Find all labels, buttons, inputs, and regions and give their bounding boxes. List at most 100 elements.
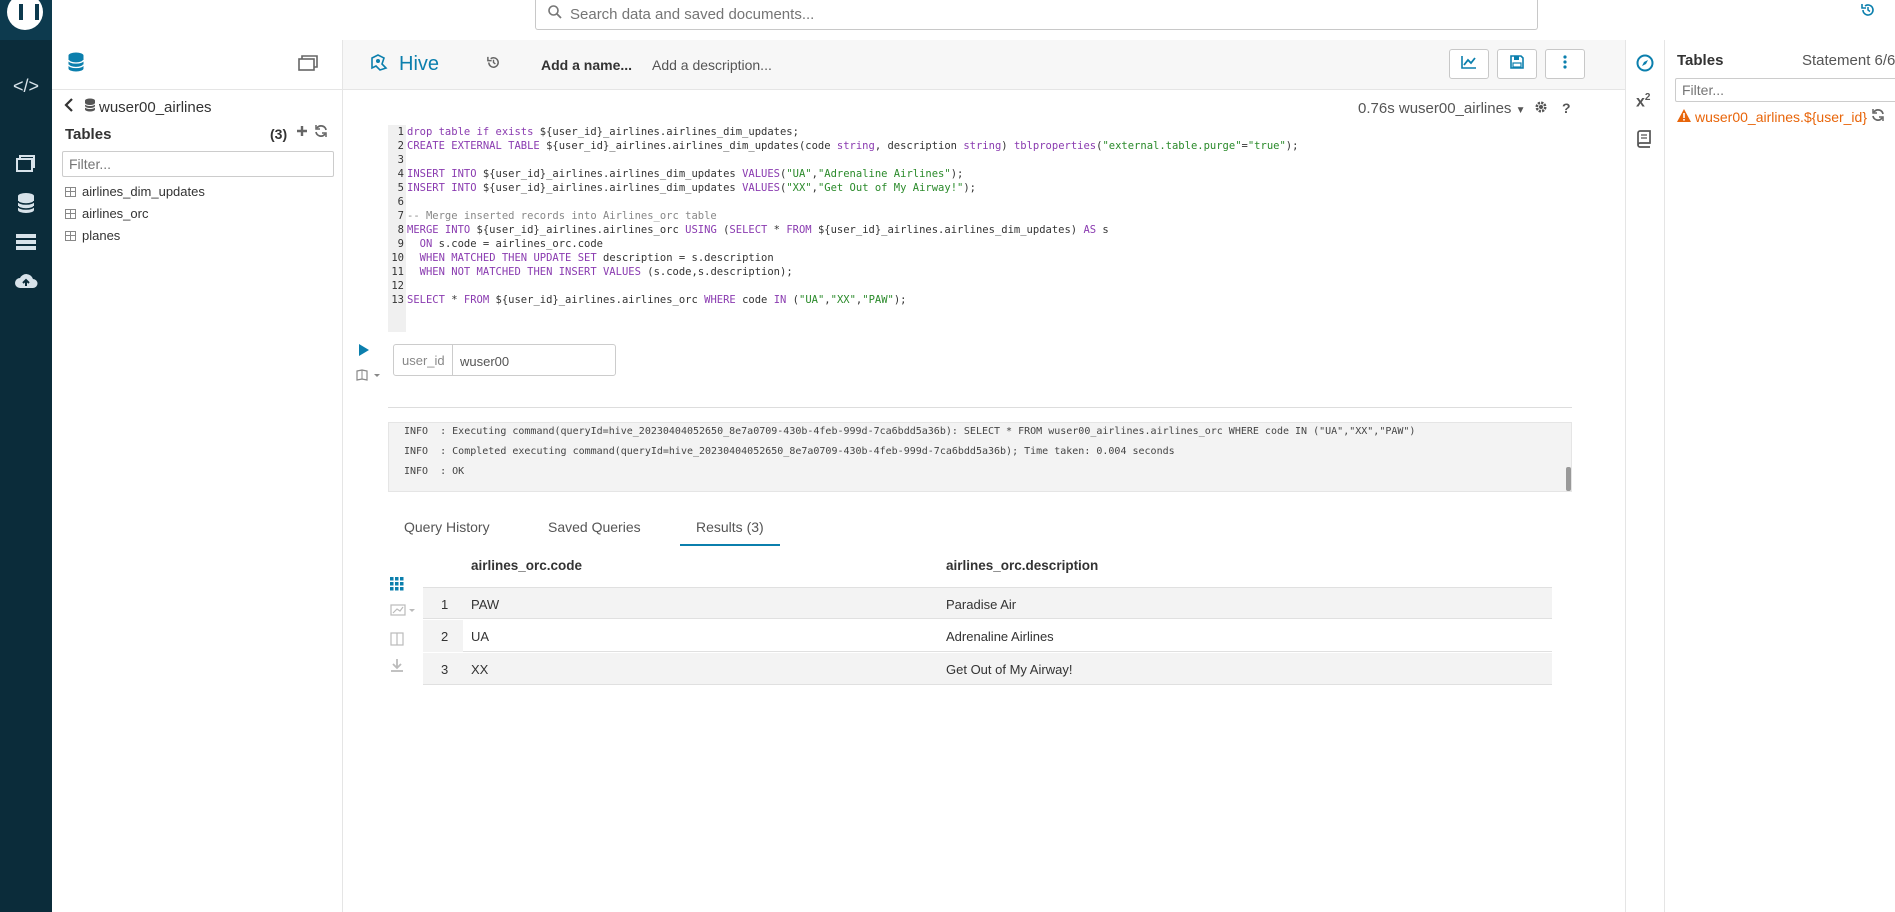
- cell-code: PAW: [471, 597, 500, 612]
- save-button[interactable]: [1497, 49, 1537, 79]
- log-line: INFO : OK: [404, 466, 465, 477]
- table-item[interactable]: airlines_orc: [65, 206, 148, 221]
- chevron-left-icon[interactable]: [64, 98, 74, 117]
- code-editor[interactable]: 1 drop table if exists ${user_id}_airline…: [388, 125, 1568, 332]
- download-icon[interactable]: [390, 658, 404, 675]
- search-icon: [548, 5, 562, 23]
- snippet-options-icon[interactable]: [356, 369, 382, 384]
- right-panel-title: Tables: [1677, 52, 1724, 69]
- code-line: 10 WHEN MATCHED THEN UPDATE SET descript…: [391, 252, 774, 264]
- log-scrollbar[interactable]: [1566, 467, 1571, 491]
- cell-description: Adrenaline Airlines: [946, 629, 1054, 644]
- tables-icon[interactable]: [12, 192, 40, 220]
- right-filter-input[interactable]: [1675, 78, 1895, 102]
- chart-dropdown-icon[interactable]: [390, 604, 418, 619]
- query-name-input[interactable]: Add a name...: [541, 57, 632, 73]
- editor-icon[interactable]: </>: [12, 72, 40, 100]
- query-description-input[interactable]: Add a description...: [652, 57, 772, 73]
- warning-icon: [1677, 109, 1691, 125]
- code-line: 8 MERGE INTO ${user_id}_airlines.airlines…: [397, 224, 1109, 236]
- right-table-item[interactable]: wuser00_airlines.${user_id}: [1695, 109, 1867, 125]
- language-reference-icon[interactable]: [1636, 130, 1652, 153]
- plus-icon[interactable]: [296, 124, 308, 142]
- row-number: 2: [441, 629, 449, 644]
- code-line: 6: [397, 196, 404, 208]
- editor-header: Hive Add a name... Add a description...: [343, 40, 1625, 90]
- execution-log: INFO : Executing command(queryId=hive_20…: [388, 422, 1572, 492]
- tab-saved-queries[interactable]: Saved Queries: [548, 519, 641, 535]
- more-options-button[interactable]: [1545, 49, 1585, 79]
- cell-description: Get Out of My Airway!: [946, 662, 1073, 677]
- code-line: 12: [391, 280, 404, 292]
- chart-button[interactable]: [1449, 49, 1489, 79]
- database-icon[interactable]: [67, 52, 85, 78]
- code-line: 1 drop table if exists ${user_id}_airline…: [397, 126, 799, 138]
- grid-icon[interactable]: [390, 577, 404, 594]
- play-icon[interactable]: [358, 343, 370, 359]
- column-header[interactable]: airlines_orc.description: [946, 558, 1098, 573]
- hue-logo[interactable]: [0, 0, 52, 40]
- log-line: INFO : Executing command(queryId=hive_20…: [404, 426, 1416, 437]
- hive-icon: [368, 52, 390, 80]
- log-line: INFO : Completed executing command(query…: [404, 446, 1175, 457]
- parameter-divider: [452, 345, 453, 375]
- parameter-input-group: user_id: [393, 344, 616, 376]
- parameter-name: user_id: [402, 353, 445, 368]
- help-icon[interactable]: ?: [1562, 100, 1571, 116]
- search-input[interactable]: [570, 4, 1520, 24]
- cell-description: Paradise Air: [946, 597, 1017, 612]
- code-line: 11 WHEN NOT MATCHED THEN INSERT VALUES (…: [391, 266, 793, 278]
- editor-type[interactable]: Hive: [399, 53, 439, 76]
- cell-code: UA: [471, 629, 490, 644]
- tables-heading: Tables: [65, 126, 112, 143]
- tables-filter-input[interactable]: [62, 151, 334, 177]
- active-tab-indicator: [680, 544, 780, 546]
- history-icon[interactable]: [486, 55, 501, 75]
- tables-count: (3): [270, 126, 288, 142]
- gear-icon[interactable]: [1534, 100, 1548, 118]
- documents-icon[interactable]: [12, 152, 40, 180]
- table-icon: [65, 231, 76, 241]
- assist-header: [52, 40, 343, 90]
- row-number: 1: [441, 597, 449, 612]
- assist-panel: wuser00_airlines Tables (3) airlines_dim…: [52, 40, 343, 912]
- documents-icon[interactable]: [298, 54, 318, 77]
- divider: [388, 407, 1572, 408]
- code-line: 5 INSERT INTO ${user_id}_airlines.airline…: [397, 182, 977, 194]
- caret-down-icon: ▼: [1515, 105, 1526, 116]
- compass-icon[interactable]: [1636, 54, 1654, 77]
- tab-query-history[interactable]: Query History: [404, 519, 490, 535]
- refresh-icon[interactable]: [1871, 108, 1885, 125]
- tab-results[interactable]: Results (3): [696, 519, 764, 535]
- code-line: 9 ON s.code = airlines_orc.code: [397, 238, 603, 250]
- code-line: 3: [397, 154, 404, 166]
- column-header[interactable]: airlines_orc.code: [471, 558, 582, 573]
- code-line: 4 INSERT INTO ${user_id}_airlines.airline…: [397, 168, 964, 180]
- parameter-value-input[interactable]: [460, 351, 610, 371]
- statement-counter: Statement 6/6: [1802, 52, 1895, 69]
- importer-icon[interactable]: [12, 272, 40, 300]
- table-row[interactable]: 3 XX Get Out of My Airway!: [423, 653, 1552, 685]
- left-navigation: </>: [0, 0, 52, 912]
- execution-meta[interactable]: 0.76s wuser00_airlines ▼: [1358, 100, 1526, 117]
- code-line: 2 CREATE EXTERNAL TABLE ${user_id}_airlin…: [397, 140, 1299, 152]
- current-database[interactable]: wuser00_airlines: [84, 98, 212, 116]
- history-icon[interactable]: [1860, 2, 1876, 22]
- jobs-icon[interactable]: [12, 232, 40, 260]
- table-item[interactable]: planes: [65, 228, 120, 243]
- refresh-icon[interactable]: [314, 124, 328, 142]
- table-row[interactable]: 2 UA Adrenaline Airlines: [423, 620, 1552, 652]
- table-icon: [65, 209, 76, 219]
- top-bar: [52, 0, 1895, 40]
- code-line: 13 SELECT * FROM ${user_id}_airlines.airl…: [391, 294, 907, 306]
- table-row[interactable]: 1 PAW Paradise Air: [423, 587, 1552, 619]
- right-assist-bar: x2: [1625, 40, 1665, 912]
- cell-code: XX: [471, 662, 489, 677]
- functions-icon[interactable]: x2: [1636, 92, 1650, 111]
- global-search[interactable]: [535, 0, 1538, 30]
- columns-icon[interactable]: [390, 632, 404, 649]
- row-number: 3: [441, 662, 449, 677]
- table-icon: [65, 187, 76, 197]
- code-line: 7 -- Merge inserted records into Airlines…: [397, 210, 717, 222]
- table-item[interactable]: airlines_dim_updates: [65, 184, 205, 199]
